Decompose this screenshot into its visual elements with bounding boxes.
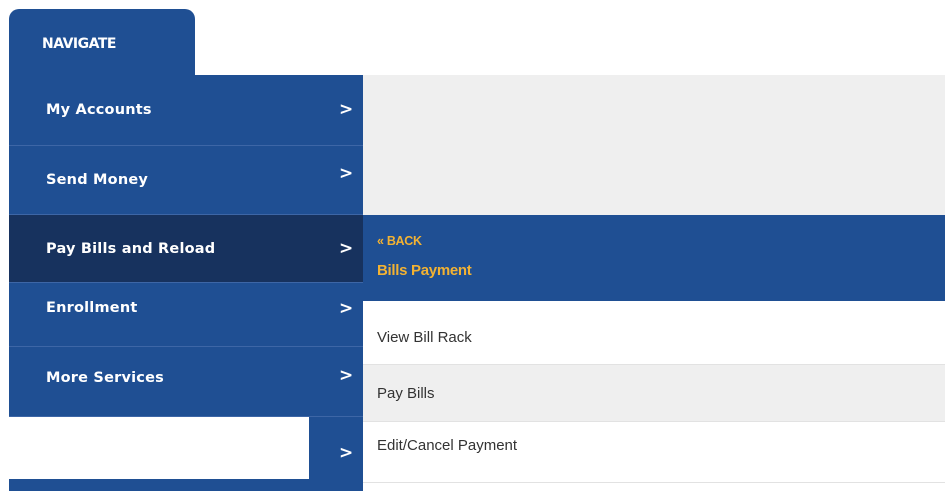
submenu-item-label: Pay Bills [377, 384, 435, 402]
submenu-title: Bills Payment [377, 262, 472, 279]
menu-item-more-services[interactable]: More Services > [9, 347, 363, 417]
menu-item-send-money[interactable]: Send Money > [9, 146, 363, 215]
submenu-item-pay-bills[interactable]: Pay Bills [363, 365, 945, 422]
chevron-right-icon: > [339, 298, 354, 318]
chevron-right-icon: > [339, 365, 354, 385]
back-link[interactable]: « BACK [377, 234, 422, 248]
menu-item-label: My Accounts [46, 102, 152, 118]
menu-item-enrollment[interactable]: Enrollment > [9, 283, 363, 347]
menu-item-my-accounts[interactable]: My Accounts > [9, 75, 363, 146]
menu-item-label: Send Money [46, 172, 149, 188]
submenu-item-edit-cancel-payment[interactable]: Edit/Cancel Payment [363, 422, 945, 483]
chevron-right-icon[interactable]: > [339, 445, 353, 462]
content-area [363, 75, 945, 215]
menu-item-pay-bills-and-reload[interactable]: Pay Bills and Reload > [9, 215, 363, 283]
submenu-header: « BACK Bills Payment [363, 215, 945, 301]
navigate-tab[interactable]: NAVIGATE [9, 9, 195, 79]
nav-menu: My Accounts > Send Money > Pay Bills and… [9, 75, 363, 491]
submenu-item-label: Edit/Cancel Payment [377, 436, 518, 454]
navigate-tab-label: NAVIGATE [42, 36, 117, 52]
submenu-item-label: View Bill Rack [377, 328, 472, 346]
chevron-right-icon: > [339, 99, 354, 120]
menu-item-blank[interactable] [9, 417, 309, 479]
menu-item-label: More Services [46, 369, 164, 386]
menu-item-label: Enrollment [46, 299, 138, 316]
chevron-right-icon: > [339, 238, 354, 258]
submenu-item-view-bill-rack[interactable]: View Bill Rack [363, 310, 945, 365]
app-stage: NAVIGATE My Accounts > Send Money > Pay … [0, 0, 945, 499]
menu-item-label: Pay Bills and Reload [46, 240, 216, 257]
chevron-right-icon: > [339, 163, 354, 184]
